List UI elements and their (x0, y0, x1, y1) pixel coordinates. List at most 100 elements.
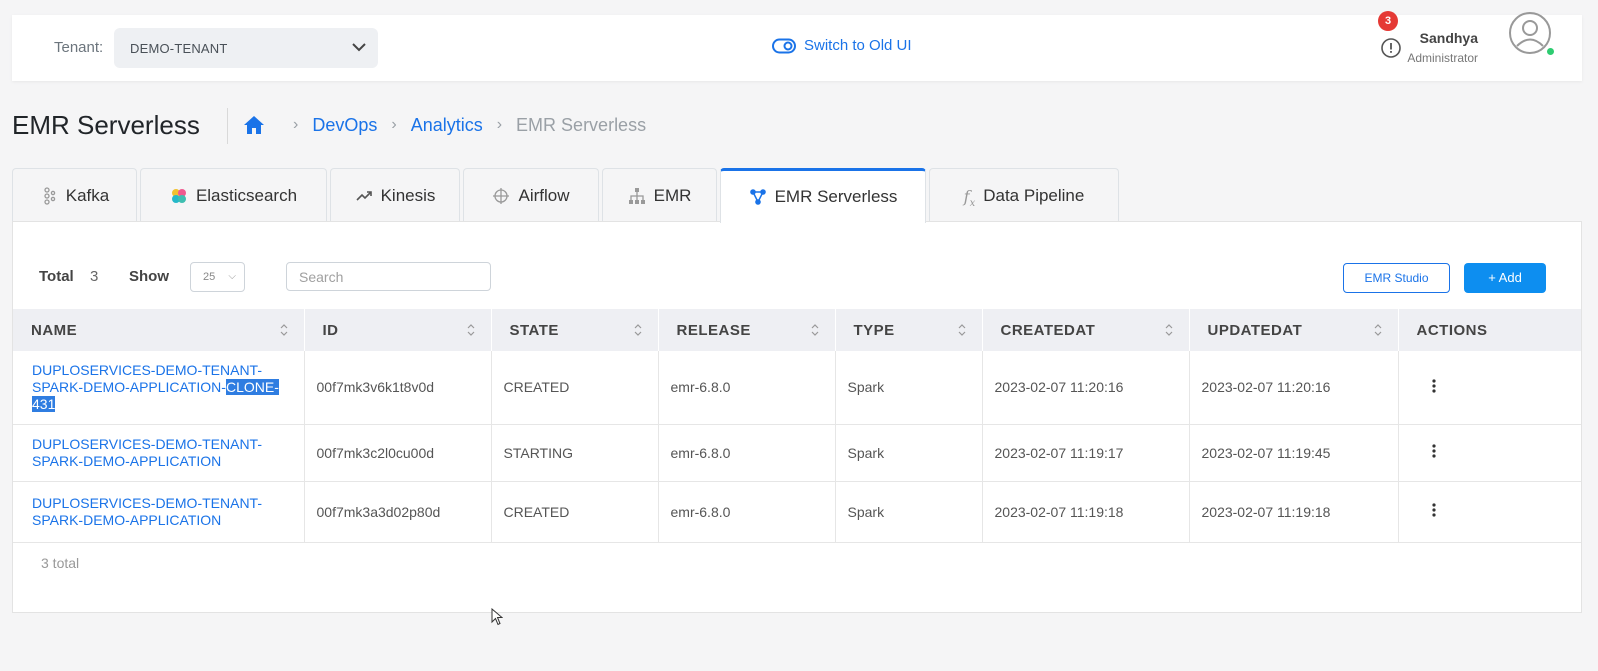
sitemap-icon (628, 187, 645, 204)
cell-release: emr-6.8.0 (658, 351, 836, 425)
page-size-select[interactable]: 25 ⌵ (190, 262, 245, 292)
cell-state: CREATED (491, 351, 659, 425)
column-header-release[interactable]: RELEASE (658, 309, 836, 351)
add-button[interactable]: + Add (1464, 263, 1546, 293)
cell-actions (1398, 424, 1581, 482)
kebab-menu-icon[interactable] (1431, 503, 1436, 517)
tab-label: Kafka (65, 185, 110, 205)
cell-actions (1398, 351, 1581, 425)
switch-old-ui-link[interactable]: Switch to Old UI (772, 37, 912, 54)
cell-release: emr-6.8.0 (658, 481, 836, 543)
table-header-row: NAME ID STATE RELEASE TYPE CREATEDAT UPD… (13, 309, 1581, 351)
kebab-menu-icon[interactable] (1431, 444, 1436, 458)
page-title: EMR Serverless (12, 110, 200, 140)
tab-label: Elasticsearch (195, 185, 298, 205)
breadcrumb-separator: › (496, 116, 503, 133)
tab-label: Data Pipeline (983, 185, 1085, 205)
user-role: Administrator (1407, 51, 1478, 65)
cell-type: Spark (835, 424, 983, 482)
application-name-link[interactable]: DUPLOSERVICES-DEMO-TENANT-SPARK-DEMO-APP… (13, 481, 305, 543)
tab-elasticsearch[interactable]: Elasticsearch (140, 168, 327, 222)
tab-data-pipeline[interactable]: fx Data Pipeline (929, 168, 1119, 222)
tenant-select[interactable]: DEMO-TENANT (114, 28, 378, 68)
breadcrumb-separator: › (293, 116, 299, 133)
breadcrumb-separator: › (391, 116, 397, 133)
column-header-label: ID (322, 321, 339, 339)
table-row: DUPLOSERVICES-DEMO-TENANT-SPARK-DEMO-APP… (13, 424, 1581, 482)
tab-label: Kinesis (380, 185, 436, 205)
emr-studio-button[interactable]: EMR Studio (1343, 263, 1450, 293)
sort-icon[interactable] (810, 322, 820, 338)
column-header-label: NAME (31, 321, 78, 339)
tenant-value: DEMO-TENANT (130, 41, 228, 56)
column-header-label: STATE (509, 321, 559, 339)
column-header-label: TYPE (853, 321, 895, 339)
tab-kinesis[interactable]: Kinesis (330, 168, 460, 222)
show-label: Show (129, 268, 169, 285)
application-name: DUPLOSERVICES-DEMO-TENANT-SPARK-DEMO-APP… (32, 494, 262, 528)
tab-kafka[interactable]: Kafka (12, 168, 137, 222)
footer-total: 3 total (41, 555, 80, 571)
elasticsearch-icon (171, 188, 186, 203)
kafka-icon (44, 186, 55, 205)
sort-icon[interactable] (957, 322, 967, 338)
column-header-createdat[interactable]: CREATEDAT (982, 309, 1190, 351)
cell-updatedat: 2023-02-07 11:19:18 (1189, 481, 1399, 543)
title-divider (227, 108, 228, 144)
chevron-down-icon (352, 43, 366, 52)
switch-old-ui-label: Switch to Old UI (804, 37, 912, 54)
mouse-cursor-icon (491, 608, 503, 626)
cell-id: 00f7mk3c2l0cu00d (304, 424, 492, 482)
application-name-link[interactable]: DUPLOSERVICES-DEMO-TENANT-SPARK-DEMO-APP… (13, 351, 305, 425)
breadcrumb-analytics[interactable]: Analytics (411, 115, 483, 136)
alert-icon[interactable] (1380, 37, 1402, 59)
share-nodes-icon (749, 189, 766, 205)
search-input[interactable] (286, 262, 491, 291)
sort-icon[interactable] (1373, 322, 1383, 338)
column-header-id[interactable]: ID (304, 309, 492, 351)
airflow-icon (493, 187, 510, 204)
cell-release: emr-6.8.0 (658, 424, 836, 482)
column-header-name[interactable]: NAME (13, 309, 305, 351)
cell-state: CREATED (491, 481, 659, 543)
tab-emr[interactable]: EMR (602, 168, 717, 222)
column-header-state[interactable]: STATE (491, 309, 659, 351)
column-header-updatedat[interactable]: UPDATEDAT (1189, 309, 1399, 351)
sort-icon[interactable] (279, 322, 289, 338)
table-row: DUPLOSERVICES-DEMO-TENANT-SPARK-DEMO-APP… (13, 481, 1581, 543)
breadcrumb-devops[interactable]: DevOps (312, 115, 377, 136)
sort-icon[interactable] (466, 322, 476, 338)
top-bar: Tenant: DEMO-TENANT Switch to Old UI (12, 15, 1582, 81)
cell-createdat: 2023-02-07 11:19:17 (982, 424, 1190, 482)
notification-badge[interactable]: 3 (1378, 11, 1398, 31)
cell-type: Spark (835, 351, 983, 425)
cell-actions (1398, 481, 1581, 543)
cell-updatedat: 2023-02-07 11:19:45 (1189, 424, 1399, 482)
cell-createdat: 2023-02-07 11:20:16 (982, 351, 1190, 425)
tab-emr-serverless[interactable]: EMR Serverless (720, 168, 926, 223)
content-panel: Total 3 Show 25 ⌵ EMR Studio + Add NAME … (12, 221, 1582, 613)
cell-state: STARTING (491, 424, 659, 482)
column-header-label: ACTIONS (1416, 321, 1488, 339)
chevron-down-icon: ⌵ (228, 271, 236, 282)
toggle-icon (772, 38, 796, 53)
sort-icon[interactable] (633, 322, 643, 338)
page-size-value: 25 (203, 271, 216, 283)
column-header-actions: ACTIONS (1398, 309, 1581, 351)
home-icon[interactable] (243, 114, 265, 136)
application-name: DUPLOSERVICES-DEMO-TENANT-SPARK-DEMO-APP… (32, 435, 262, 469)
table-row: DUPLOSERVICES-DEMO-TENANT-SPARK-DEMO-APP… (13, 351, 1581, 425)
column-header-type[interactable]: TYPE (835, 309, 983, 351)
cell-id: 00f7mk3v6k1t8v0d (304, 351, 492, 425)
kebab-menu-icon[interactable] (1431, 379, 1436, 393)
trending-up-icon (356, 190, 372, 201)
cell-type: Spark (835, 481, 983, 543)
tab-label: Airflow (518, 185, 570, 205)
sort-icon[interactable] (1164, 322, 1174, 338)
application-name-link[interactable]: DUPLOSERVICES-DEMO-TENANT-SPARK-DEMO-APP… (13, 424, 305, 482)
breadcrumb: › DevOps › Analytics › EMR Serverless (243, 114, 646, 136)
column-header-label: CREATEDAT (1000, 321, 1096, 339)
tab-airflow[interactable]: Airflow (463, 168, 599, 222)
tab-label: EMR (653, 185, 692, 205)
function-icon: fx (963, 186, 976, 209)
